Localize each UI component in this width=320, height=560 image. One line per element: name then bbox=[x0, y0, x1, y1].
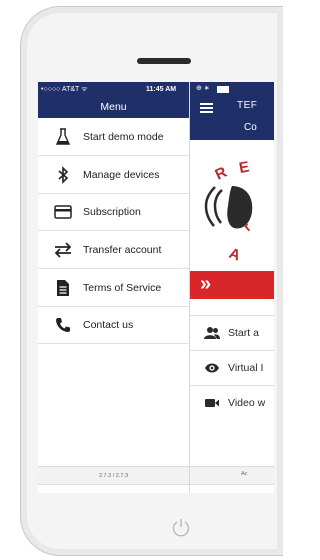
status-icons: ⊕ ∗ bbox=[196, 85, 210, 92]
status-time: 11:45 AM bbox=[146, 85, 177, 93]
app-logo: R E r A bbox=[204, 160, 254, 265]
menu-item-terms[interactable]: Terms of Service bbox=[38, 269, 189, 307]
main-content: ⊕ ∗ TEF Co R E r A » Start a Virtual I V… bbox=[190, 82, 274, 493]
menu-item-label: Subscription bbox=[83, 205, 141, 218]
svg-text:A: A bbox=[227, 245, 243, 265]
action-video[interactable]: Video w bbox=[190, 385, 274, 420]
action-label: Video w bbox=[228, 397, 266, 409]
menu-item-label: Manage devices bbox=[83, 168, 160, 181]
main-subheader: Co bbox=[190, 118, 274, 140]
power-icon bbox=[172, 519, 190, 537]
status-bar: •○○○○ AT&T ᯤ 11:45 AM bbox=[38, 82, 189, 96]
menu-item-label: Start demo mode bbox=[83, 130, 164, 143]
video-camera-icon bbox=[204, 395, 220, 411]
menu-item-transfer-account[interactable]: Transfer account bbox=[38, 231, 189, 269]
transfer-arrows-icon bbox=[53, 240, 73, 260]
bluetooth-icon bbox=[53, 165, 73, 185]
menu-item-label: Contact us bbox=[83, 318, 134, 331]
menu-item-contact[interactable]: Contact us bbox=[38, 306, 189, 344]
phone-icon bbox=[53, 315, 73, 335]
main-footer: Ac bbox=[190, 466, 274, 485]
menu-title: Menu bbox=[38, 96, 189, 118]
carrier-text: •○○○○ AT&T ᯤ bbox=[41, 85, 88, 93]
battery-icon bbox=[217, 86, 229, 93]
menu-item-start-demo[interactable]: Start demo mode bbox=[38, 118, 189, 156]
hamburger-menu-icon[interactable] bbox=[200, 103, 213, 113]
credit-card-icon bbox=[53, 202, 73, 222]
phone-speaker bbox=[137, 58, 191, 64]
svg-text:E: E bbox=[238, 160, 251, 177]
page-title: TEF bbox=[237, 100, 258, 111]
app-screen: •○○○○ AT&T ᯤ 11:45 AM Menu Start demo mo… bbox=[38, 82, 274, 493]
double-chevron-right-icon: » bbox=[200, 273, 212, 295]
flask-icon bbox=[53, 127, 73, 147]
action-start-session[interactable]: Start a bbox=[190, 315, 274, 350]
action-label: Start a bbox=[228, 327, 259, 339]
home-button[interactable] bbox=[167, 514, 195, 542]
side-menu: •○○○○ AT&T ᯤ 11:45 AM Menu Start demo mo… bbox=[38, 82, 190, 493]
start-banner[interactable]: » bbox=[190, 271, 274, 299]
menu-item-label: Terms of Service bbox=[83, 281, 162, 294]
main-header: TEF bbox=[190, 96, 274, 118]
status-bar-right: ⊕ ∗ bbox=[190, 82, 274, 96]
svg-text:R: R bbox=[213, 164, 230, 184]
subheader-text: Co bbox=[244, 122, 257, 133]
action-label: Virtual I bbox=[228, 362, 264, 374]
eye-icon bbox=[204, 360, 220, 376]
action-virtual[interactable]: Virtual I bbox=[190, 350, 274, 385]
menu-item-manage-devices[interactable]: Manage devices bbox=[38, 156, 189, 194]
menu-item-subscription[interactable]: Subscription bbox=[38, 193, 189, 231]
menu-item-label: Transfer account bbox=[83, 243, 162, 256]
app-version: 2.7.3 / 2.7.3 bbox=[38, 466, 189, 485]
users-icon bbox=[204, 325, 220, 341]
footer-text: Ac bbox=[241, 471, 248, 477]
document-icon bbox=[53, 278, 73, 298]
